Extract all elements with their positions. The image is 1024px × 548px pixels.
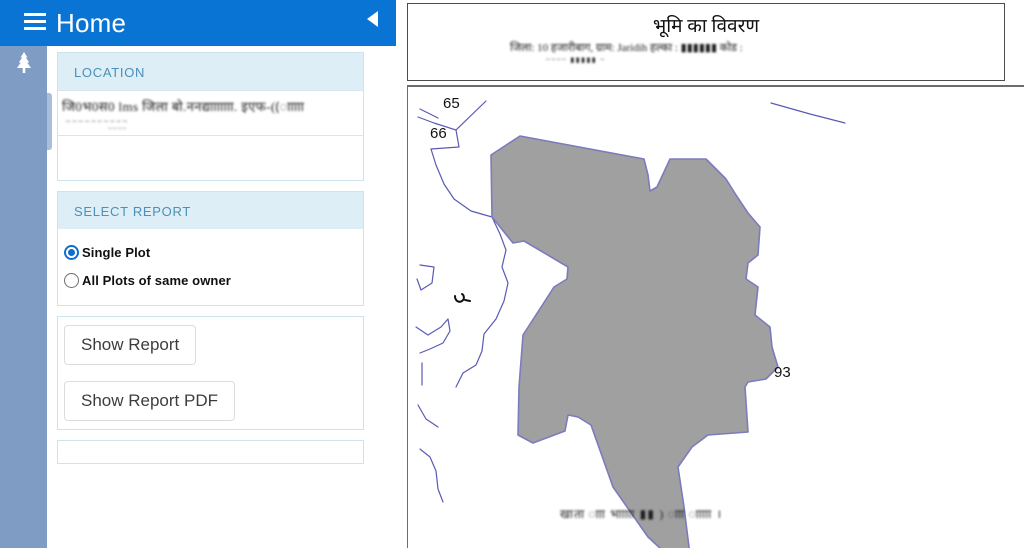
report-title-box: भूमि का विवरण जिला: 10 हजारीबाग, ग्राम: …: [407, 3, 1005, 81]
map-vector-layer: [415, 100, 846, 548]
location-value-line-1: जि0भ0स0 lms जिला बो.ननद्यााााााा. इएफ-((…: [62, 99, 305, 114]
panel-column: LOCATION जि0भ0स0 lms जिला बो.ननद्याााााा…: [57, 52, 364, 474]
radio-indicator-unselected[interactable]: [64, 272, 79, 288]
show-report-pdf-row: Show Report PDF: [58, 373, 363, 429]
bottom-blank-card: [57, 440, 364, 464]
selected-plot-polygon: [490, 135, 779, 548]
location-card-body: जि0भ0स0 lms जिला बो.ननद्यााााााा. इएफ-((…: [58, 90, 363, 180]
report-subtitle: जिला: 10 हजारीबाग, ग्राम: Jaridih हल्का …: [510, 42, 743, 54]
show-report-pdf-button[interactable]: Show Report PDF: [64, 381, 235, 421]
page-title: Home: [56, 8, 127, 38]
report-area: भूमि का विवरण जिला: 10 हजारीबाग, ग्राम: …: [407, 0, 1024, 548]
location-value-line-3: ~~~~: [108, 125, 128, 133]
hamburger-bar-3: [24, 26, 46, 30]
radio-indicator-selected[interactable]: [64, 244, 79, 260]
location-card-header: LOCATION: [58, 53, 363, 90]
report-subtitle-secondary: ~~~~ ▮▮▮▮▮ ~: [546, 56, 606, 64]
radio-option-single-plot[interactable]: Single Plot: [64, 239, 357, 265]
radio-option-all-plots[interactable]: All Plots of same owner: [64, 267, 357, 293]
report-title: भूमि का विवरण: [652, 16, 760, 37]
report-options-group: Single Plot All Plots of same owner: [58, 229, 363, 305]
select-report-card: SELECT REPORT Single Plot All Plots of s…: [57, 191, 364, 306]
hamburger-bar-1: [24, 12, 46, 16]
plot-label-65: 65: [443, 95, 460, 112]
map-footer-caption: खाता ााा भााााा ▮▮ ) ााा ााााा ।: [560, 507, 723, 521]
plot-label-93: 93: [774, 364, 791, 381]
select-report-card-header: SELECT REPORT: [58, 192, 363, 229]
plot-label-66: 66: [430, 125, 447, 142]
show-report-button[interactable]: Show Report: [64, 325, 197, 365]
location-card-spacer: [58, 136, 363, 180]
show-report-row: Show Report: [58, 317, 363, 373]
tree-icon[interactable]: [12, 52, 36, 78]
collapse-left-arrow-icon[interactable]: [367, 11, 378, 27]
left-rail: [0, 46, 47, 548]
app-shell: Home LOCATION जि0भ0स0 lms जिला बो.ननद्या…: [0, 0, 396, 548]
location-value-field[interactable]: जि0भ0स0 lms जिला बो.ननद्यााााााा. इएफ-((…: [58, 90, 363, 136]
hamburger-bar-2: [24, 19, 46, 23]
location-card: LOCATION जि0भ0स0 lms जिला बो.ननद्याााााा…: [57, 52, 364, 181]
app-header-bar: Home: [0, 0, 396, 46]
radio-label-single-plot: Single Plot: [82, 244, 151, 260]
hamburger-menu-icon[interactable]: [20, 6, 50, 36]
radio-label-all-plots: All Plots of same owner: [82, 272, 231, 288]
cadastral-map-canvas[interactable]: 65 66 93 खाता ााा भााााा ▮▮ ) ााा ााााा …: [407, 85, 1024, 548]
actions-card: Show Report Show Report PDF: [57, 316, 364, 430]
sidebar-resize-handle[interactable]: [47, 93, 52, 150]
